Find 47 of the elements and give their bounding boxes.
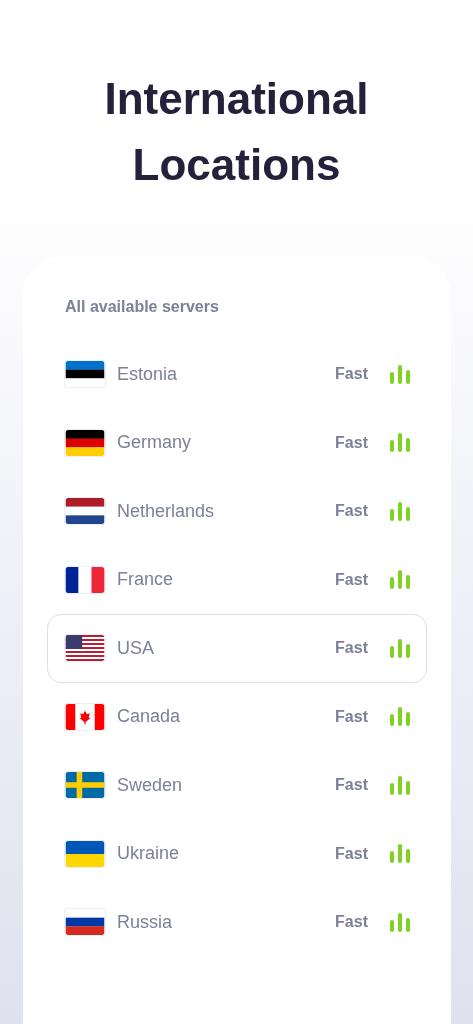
speed-label: Fast [335,569,368,590]
flag-icon [64,565,106,594]
country-name: Netherlands [117,499,216,523]
speed-label: Fast [335,364,368,385]
flag-icon [64,360,106,389]
country-name: USA [117,636,155,660]
server-row[interactable]: Germany Fast [47,408,427,477]
speed-label: Fast [335,638,368,659]
signal-icon [390,570,410,590]
speed-label: Fast [335,912,368,933]
country-name: Estonia [117,362,179,386]
country-name: Canada [117,705,182,729]
flag-icon [64,634,106,663]
flag-icon [64,702,106,731]
signal-icon [390,433,410,453]
flag-icon [64,839,106,868]
flag-icon [64,771,106,800]
server-row[interactable]: USA Fast [47,614,427,683]
country-name: Germany [117,431,193,455]
server-row[interactable]: Ukraine Fast [47,819,427,888]
speed-label: Fast [335,501,368,522]
server-row[interactable]: France Fast [47,545,427,614]
flag-icon [64,428,106,457]
signal-icon [390,364,410,384]
signal-icon [390,844,410,864]
server-row[interactable]: Russia Fast [47,888,427,957]
speed-label: Fast [335,843,368,864]
flag-icon [64,497,106,526]
signal-icon [390,638,410,658]
signal-icon [390,707,410,727]
speed-label: Fast [335,706,368,727]
speed-label: Fast [335,432,368,453]
speed-label: Fast [335,775,368,796]
server-row[interactable]: Netherlands Fast [47,477,427,546]
country-name: Russia [117,910,174,934]
section-heading: All available servers [65,297,220,317]
server-row[interactable]: Sweden Fast [47,751,427,820]
signal-icon [390,501,410,521]
country-name: France [117,568,175,592]
server-row[interactable]: Estonia Fast [47,340,427,409]
country-name: Ukraine [117,842,181,866]
signal-icon [390,775,410,795]
country-name: Sweden [117,773,184,797]
flag-icon [64,908,106,937]
server-row[interactable]: Canada Fast [47,682,427,751]
signal-icon [390,912,410,932]
page-title: International Locations [103,73,370,191]
